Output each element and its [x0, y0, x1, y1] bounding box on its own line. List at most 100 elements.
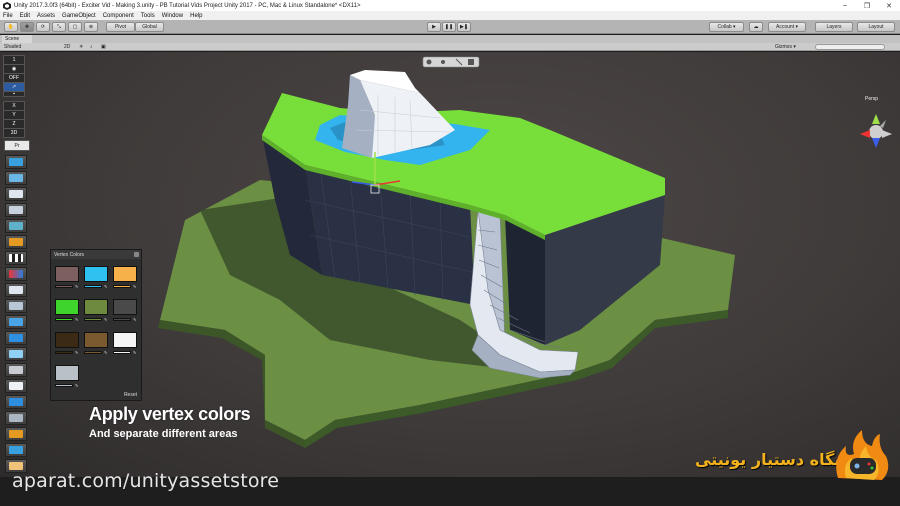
cloud-button[interactable]: ☁	[749, 22, 763, 32]
menu-help[interactable]: Help	[190, 13, 202, 19]
rect-tool-button[interactable]: ▢	[68, 22, 82, 32]
tool-smoothing[interactable]	[5, 283, 27, 297]
play-button[interactable]: ▶	[427, 22, 441, 32]
apply-color-bar[interactable]	[113, 285, 131, 288]
minimize-button[interactable]: –	[834, 0, 856, 11]
reset-button[interactable]: Reset	[124, 392, 137, 398]
apply-color-bar[interactable]	[84, 351, 102, 354]
view-3d-toggle[interactable]: 3D	[3, 128, 25, 138]
tool-collapse[interactable]	[5, 411, 27, 425]
tool-fill-hole[interactable]	[5, 443, 27, 457]
edit-color-icon[interactable]: ✎	[104, 351, 108, 355]
global-toggle[interactable]: Global	[135, 22, 164, 32]
orientation-gizmo[interactable]	[856, 112, 896, 156]
scene-search-input[interactable]	[815, 44, 885, 50]
tool-grid-snap[interactable]	[5, 331, 27, 345]
global-label: Global	[142, 24, 157, 30]
layout-dropdown[interactable]: Layout	[857, 22, 895, 32]
perspective-label[interactable]: Persp	[865, 96, 878, 102]
tool-uv-editor[interactable]	[5, 251, 27, 265]
tool-center-pivot[interactable]	[5, 315, 27, 329]
close-button[interactable]: ✕	[878, 0, 900, 11]
menu-component[interactable]: Component	[103, 13, 134, 19]
pause-button[interactable]: ❚❚	[442, 22, 456, 32]
color-swatch[interactable]	[84, 299, 108, 315]
tool-materials[interactable]	[5, 235, 27, 249]
edit-color-icon[interactable]: ✎	[133, 318, 137, 322]
apply-color-bar[interactable]	[55, 351, 73, 354]
edit-color-icon[interactable]: ✎	[75, 351, 79, 355]
tool-bevel[interactable]	[5, 187, 27, 201]
move-tool-button[interactable]: ✥	[20, 22, 34, 32]
layers-dropdown[interactable]: Layers	[815, 22, 853, 32]
tab-scene[interactable]: Scene	[2, 35, 32, 43]
rotate-tool-button[interactable]: ⟳	[36, 22, 50, 32]
color-swatch[interactable]	[84, 266, 108, 282]
apply-color-bar[interactable]	[55, 285, 73, 288]
vertex-colors-icon	[9, 270, 23, 278]
menu-assets[interactable]: Assets	[37, 13, 55, 19]
edit-color-icon[interactable]: ✎	[133, 351, 137, 355]
bridge-icon	[9, 430, 23, 438]
color-swatch[interactable]	[113, 299, 137, 315]
account-dropdown[interactable]: Account ▾	[768, 22, 806, 32]
shading-mode-dropdown[interactable]: Shaded	[4, 44, 21, 50]
effects-toggle-icon[interactable]: ▣	[101, 44, 106, 50]
step-button[interactable]: ▶❚	[457, 22, 471, 32]
color-swatch[interactable]	[55, 266, 79, 282]
edit-color-icon[interactable]: ✎	[104, 318, 108, 322]
tool-connect[interactable]	[5, 363, 27, 377]
panel-close-icon[interactable]	[134, 252, 139, 257]
apply-color-bar[interactable]	[84, 285, 102, 288]
menu-gameobject[interactable]: GameObject	[62, 13, 96, 19]
audio-toggle-icon[interactable]: ♪	[90, 44, 93, 50]
vertex-colors-panel: Vertex Colors ✎ ✎ ✎ ✎ ✎ ✎ ✎ ✎ ✎ ✎ Reset	[50, 249, 142, 401]
color-swatch[interactable]	[113, 266, 137, 282]
menu-edit[interactable]: Edit	[20, 13, 30, 19]
shape-icon	[9, 158, 23, 166]
apply-color-bar[interactable]	[113, 351, 131, 354]
tool-detach[interactable]	[5, 347, 27, 361]
transform-tool-button[interactable]: ⊕	[84, 22, 98, 32]
menu-window[interactable]: Window	[162, 13, 183, 19]
scene-options-bar: Shaded 2D ☀ ♪ ▣ Gizmos ▾	[0, 43, 900, 51]
edit-color-icon[interactable]: ✎	[104, 285, 108, 289]
collab-dropdown[interactable]: Collab ▾	[709, 22, 744, 32]
edit-color-icon[interactable]: ✎	[75, 384, 79, 388]
apply-color-bar[interactable]	[55, 384, 73, 387]
hand-tool-button[interactable]: ✋	[4, 22, 18, 32]
apply-color-bar[interactable]	[84, 318, 102, 321]
apply-color-bar[interactable]	[55, 318, 73, 321]
color-swatch[interactable]	[55, 365, 79, 381]
color-swatch[interactable]	[113, 332, 137, 348]
maximize-button[interactable]: ❐	[856, 0, 878, 11]
play-icon: ▶	[432, 24, 436, 30]
edit-color-icon[interactable]: ✎	[133, 285, 137, 289]
tool-weld[interactable]	[5, 395, 27, 409]
apply-color-bar[interactable]	[113, 318, 131, 321]
lighting-toggle-icon[interactable]: ☀	[79, 44, 83, 50]
color-swatch[interactable]	[55, 299, 79, 315]
tool-subdivide[interactable]	[5, 203, 27, 217]
pivot-toggle[interactable]: Pivot	[106, 22, 135, 32]
tool-new-shape[interactable]	[5, 155, 27, 169]
color-swatch[interactable]	[55, 332, 79, 348]
tool-merge[interactable]	[5, 219, 27, 233]
pivot-icon	[9, 318, 23, 326]
edit-color-icon[interactable]: ✎	[75, 285, 79, 289]
tool-extrude[interactable]	[5, 171, 27, 185]
menu-tools[interactable]: Tools	[141, 13, 155, 19]
edit-color-icon[interactable]: ✎	[75, 318, 79, 322]
tool-flip[interactable]	[5, 299, 27, 313]
tool-bridge[interactable]	[5, 427, 27, 441]
lock-toggle[interactable]: ▪	[3, 91, 25, 97]
color-swatch[interactable]	[84, 332, 108, 348]
menu-file[interactable]: File	[3, 13, 13, 19]
gizmos-dropdown[interactable]: Gizmos ▾	[775, 44, 796, 50]
probuilder-tab[interactable]: Pr	[4, 140, 30, 151]
aparat-watermark: aparat.com/unityassetstore	[12, 470, 280, 492]
tool-vertex-colors[interactable]	[5, 267, 27, 281]
scale-tool-button[interactable]: ⤡	[52, 22, 66, 32]
toggle-2d[interactable]: 2D	[64, 44, 70, 50]
tool-triangulate[interactable]	[5, 379, 27, 393]
